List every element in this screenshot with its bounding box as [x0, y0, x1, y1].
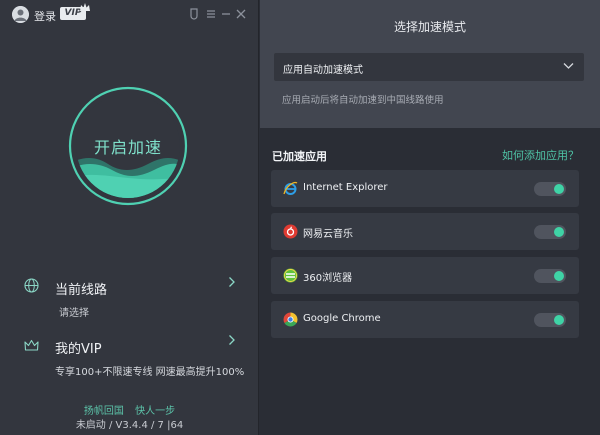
app-name: Google Chrome [303, 313, 381, 324]
route-chevron-right-icon[interactable] [228, 276, 236, 291]
crown-icon [24, 339, 39, 351]
footer-links: 扬帆回国 快人一步 [0, 402, 259, 417]
app-row-netease-music: 网易云音乐 [271, 213, 579, 250]
app-toggle-ie[interactable] [534, 182, 566, 196]
mode-description: 应用启动后将自动加速到中国线路使用 [282, 95, 444, 106]
app-toggle-360-browser[interactable] [534, 269, 566, 283]
app-row-360-browser: 360浏览器 [271, 257, 579, 294]
mode-select-value: 应用自动加速模式 [283, 65, 363, 76]
mode-select[interactable]: 应用自动加速模式 [274, 53, 584, 81]
mode-title: 选择加速模式 [393, 20, 466, 34]
toggle-knob [554, 315, 564, 325]
current-route-value: 请选择 [59, 308, 89, 319]
accelerate-button[interactable]: 开启加速 [68, 86, 188, 206]
accelerate-label: 开启加速 [93, 138, 162, 157]
how-to-add-app-link[interactable]: 如何添加应用？ [502, 147, 579, 163]
360-browser-icon [283, 268, 298, 283]
app-name: 网易云音乐 [303, 229, 353, 240]
app-toggle-netease-music[interactable] [534, 225, 566, 239]
app-name: 360浏览器 [303, 273, 353, 284]
chrome-icon [283, 312, 298, 327]
vip-crown-icon [80, 3, 90, 11]
left-panel: 登录 VIP 开启加速 当前线路 请选择 我的VIP 专享100+不限速专线 网… [0, 0, 259, 435]
vip-benefit-text: 专享100+不限速专线 网速最高提升100% [55, 367, 245, 378]
accelerated-apps-title: 已加速应用 [272, 150, 327, 163]
app-row-chrome: Google Chrome [271, 301, 579, 338]
ie-icon [283, 181, 298, 195]
menu-icon[interactable] [204, 7, 218, 21]
globe-icon [24, 278, 39, 293]
skin-icon[interactable] [187, 7, 201, 21]
login-link[interactable]: 登录 [34, 8, 56, 24]
vip-chevron-right-icon[interactable] [228, 334, 236, 349]
app-toggle-chrome[interactable] [534, 313, 566, 327]
chevron-down-icon [563, 63, 574, 69]
current-route-title[interactable]: 当前线路 [55, 279, 107, 298]
app-window: 登录 VIP 开启加速 当前线路 请选择 我的VIP 专享100+不限速专线 网… [0, 0, 600, 435]
avatar-icon[interactable] [12, 6, 29, 23]
app-name: Internet Explorer [303, 182, 388, 193]
minimize-icon[interactable] [219, 7, 233, 21]
toggle-knob [554, 184, 564, 194]
my-vip-title[interactable]: 我的VIP [55, 338, 102, 357]
version-status: 未启动 / V3.4.4 / 7 |64 [75, 420, 184, 431]
close-icon[interactable] [234, 7, 248, 21]
toggle-knob [554, 271, 564, 281]
app-row-ie: Internet Explorer [271, 170, 579, 207]
toggle-knob [554, 227, 564, 237]
netease-music-icon [283, 224, 298, 239]
